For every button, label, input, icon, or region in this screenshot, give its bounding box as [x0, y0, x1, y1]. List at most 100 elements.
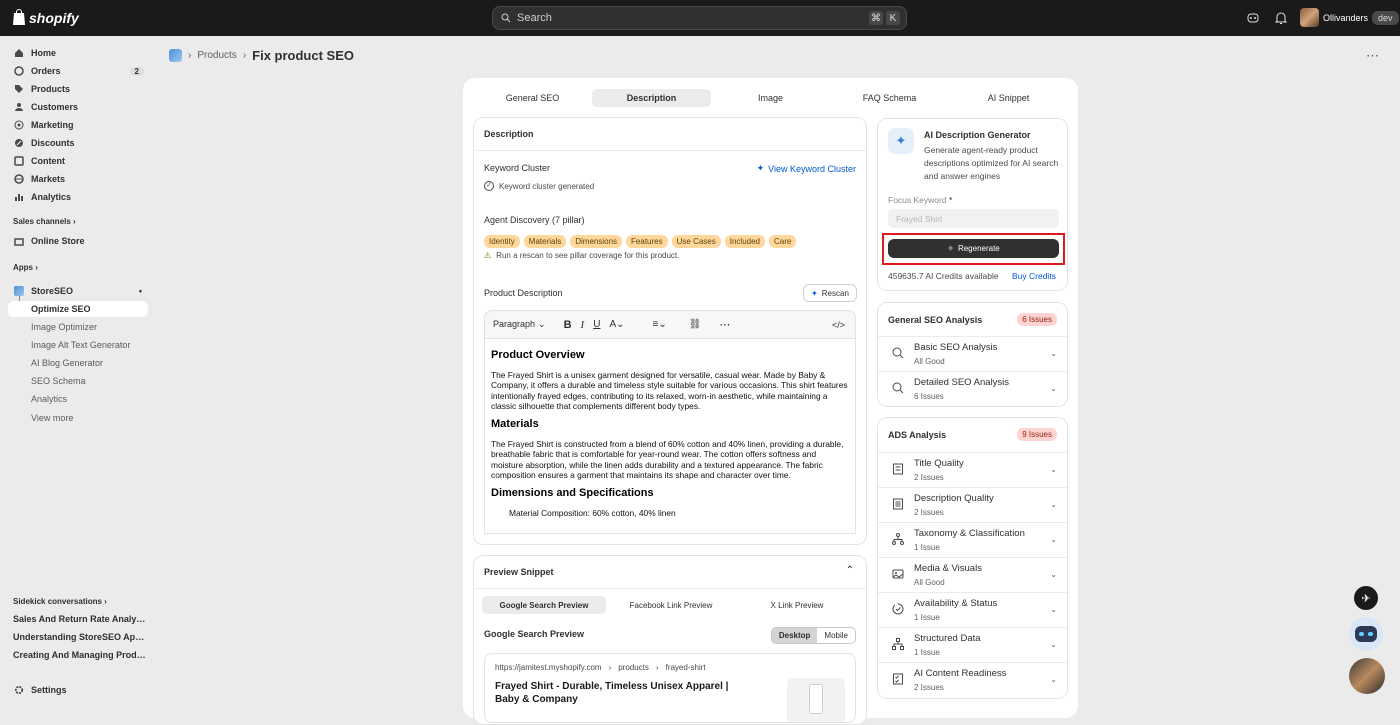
analysis-row[interactable]: Detailed SEO Analysis 6 Issues ⌄ — [878, 371, 1069, 406]
sidebar-item-markets[interactable]: Markets — [8, 170, 148, 188]
orders-icon — [14, 66, 24, 76]
store-icon — [14, 238, 24, 246]
focus-keyword-input[interactable]: Frayed Shirt — [888, 209, 1059, 228]
chevron-down-icon: ⌄ — [1050, 570, 1057, 579]
more-actions-icon[interactable]: ⋯ — [1366, 48, 1380, 64]
buy-credits-link[interactable]: Buy Credits — [1012, 271, 1056, 281]
description-editor[interactable]: Product Overview The Frayed Shirt is a u… — [484, 338, 856, 534]
tab-description[interactable]: Description — [592, 89, 711, 107]
conversation-item[interactable]: Sales And Return Rate Analytics — [13, 614, 148, 624]
ads-row[interactable]: Taxonomy & Classification 1 Issue ⌄ — [878, 522, 1069, 557]
ads-row[interactable]: Media & Visuals All Good ⌄ — [878, 557, 1069, 592]
tab-ai-snippet[interactable]: AI Snippet — [949, 89, 1068, 107]
sidebar-item-products[interactable]: Products — [8, 80, 148, 98]
pillar-list: Identity Materials Dimensions Features Use C… — [484, 232, 800, 248]
sidebar-item-settings[interactable]: Settings — [8, 681, 148, 699]
ads-title: Media & Visuals — [914, 563, 982, 574]
mobile-toggle[interactable]: Mobile — [817, 628, 855, 643]
dev-badge: dev — [1372, 10, 1399, 25]
preview-tabs: Google Search Preview Facebook Link Prev… — [482, 596, 858, 614]
ads-row[interactable]: Description Quality 2 Issues ⌄ — [878, 487, 1069, 522]
home-icon — [15, 49, 23, 57]
text-color-icon[interactable]: A⌄ — [609, 319, 624, 330]
apps-heading[interactable]: Apps › — [13, 263, 38, 272]
focus-keyword-label: Focus Keyword * — [888, 195, 953, 205]
sidebar-sub-seo-schema[interactable]: SEO Schema — [31, 376, 86, 386]
general-seo-analysis-card: General SEO Analysis 6 Issues Basic SEO … — [877, 302, 1069, 407]
rescan-button[interactable]: ✦ Rescan — [803, 284, 857, 302]
sidebar-item-label: Markets — [31, 174, 66, 184]
code-view-icon[interactable]: </> — [832, 320, 845, 330]
tab-x-preview[interactable]: X Link Preview — [736, 596, 858, 614]
sidebar-item-home[interactable]: Home — [8, 44, 148, 62]
editor-heading: Materials — [491, 418, 539, 431]
description-card: Description Keyword Cluster ✦ View Keywor… — [473, 117, 867, 545]
sidebar-sub-image-optimizer[interactable]: Image Optimizer — [31, 322, 97, 332]
ads-row[interactable]: AI Content Readiness 2 Issues ⌄ — [878, 662, 1069, 697]
tab-general-seo[interactable]: General SEO — [473, 89, 592, 107]
document-icon — [893, 463, 903, 475]
tab-facebook-preview[interactable]: Facebook Link Preview — [606, 596, 736, 614]
ads-status: 1 Issue — [914, 613, 940, 622]
sidebar-item-content[interactable]: Content — [8, 152, 148, 170]
sidebar-item-online-store[interactable]: Online Store — [8, 232, 148, 250]
sidebar-item-customers[interactable]: Customers — [8, 98, 148, 116]
search-input[interactable]: Search ⌘ K — [492, 6, 907, 30]
sidebar-sub-optimize-seo[interactable]: Optimize SEO — [8, 301, 148, 317]
sidebar-item-discounts[interactable]: Discounts — [8, 134, 148, 152]
align-icon[interactable]: ≡⌄ — [653, 319, 667, 330]
tab-image[interactable]: Image — [711, 89, 830, 107]
analysis-row[interactable]: Basic SEO Analysis All Good ⌄ — [878, 336, 1069, 371]
sales-channels-heading[interactable]: Sales channels › — [13, 217, 76, 226]
paragraph-select[interactable]: Paragraph ⌄ — [493, 319, 546, 330]
bell-icon[interactable] — [1274, 11, 1288, 25]
sidekick-heading[interactable]: Sidekick conversations › — [13, 597, 107, 606]
desktop-toggle[interactable]: Desktop — [771, 628, 818, 643]
more-icon[interactable]: ⋯ — [719, 318, 730, 331]
sidebar-item-marketing[interactable]: Marketing — [8, 116, 148, 134]
sidebar-sub-alt-text[interactable]: Image Alt Text Generator — [31, 340, 130, 350]
check-circle-icon: ✓ — [484, 181, 494, 191]
sidebar-item-label: Products — [31, 84, 71, 94]
sidebar-sub-view-more[interactable]: View more — [31, 413, 73, 423]
chevron-down-icon: ⌄ — [1050, 605, 1057, 614]
ads-row[interactable]: Structured Data 1 Issue ⌄ — [878, 627, 1069, 662]
ads-row[interactable]: Availability & Status 1 Issue ⌄ — [878, 592, 1069, 627]
breadcrumb: › Products › Fix product SEO — [169, 48, 354, 63]
chatbot-icon[interactable] — [1349, 617, 1383, 651]
underline-icon[interactable]: U — [593, 319, 600, 330]
chevron-down-icon: ⌄ — [1050, 675, 1057, 684]
sidebar-sub-analytics[interactable]: Analytics — [31, 394, 67, 404]
support-avatar[interactable] — [1349, 658, 1385, 694]
tab-google-preview[interactable]: Google Search Preview — [482, 596, 606, 614]
conversation-item[interactable]: Creating And Managing Products — [13, 650, 148, 660]
sidebar-item-analytics[interactable]: Analytics — [8, 188, 148, 206]
orders-count: 2 — [129, 66, 144, 76]
product-description-label: Product Description — [484, 288, 563, 298]
discount-icon — [15, 139, 23, 147]
tab-faq-schema[interactable]: FAQ Schema — [830, 89, 949, 107]
breadcrumb-products[interactable]: Products — [197, 50, 236, 61]
conversation-item[interactable]: Understanding StoreSEO App Features — [13, 632, 148, 642]
ads-status: All Good — [914, 578, 945, 587]
link-icon[interactable]: ⛓ — [689, 319, 702, 330]
italic-icon[interactable]: I — [581, 319, 585, 331]
ads-row[interactable]: Title Quality 2 Issues ⌄ — [878, 452, 1069, 487]
analysis-title: Detailed SEO Analysis — [914, 377, 1010, 388]
target-icon — [14, 120, 24, 130]
bold-icon[interactable]: B — [564, 319, 572, 331]
store-menu[interactable]: Ollivanders dev — [1300, 8, 1399, 27]
shopify-bag-icon — [13, 9, 25, 25]
search-shortcut: ⌘ K — [869, 11, 900, 25]
sidebar-item-storeseo[interactable]: StoreSEO • — [8, 282, 148, 300]
sidebar-item-label: Analytics — [31, 192, 72, 202]
shopify-logo[interactable]: shopify — [12, 9, 79, 26]
ads-title: Title Quality — [914, 458, 964, 469]
view-keyword-cluster-link[interactable]: ✦ View Keyword Cluster — [757, 163, 856, 174]
chevron-up-icon[interactable]: ⌃ — [846, 565, 854, 576]
sidebar-item-orders[interactable]: Orders 2 — [8, 62, 148, 80]
sidebar-sub-ai-blog[interactable]: AI Blog Generator — [31, 358, 103, 368]
regenerate-button[interactable]: ✧ Regenerate — [888, 239, 1059, 258]
sidekick-icon[interactable] — [1246, 11, 1260, 25]
rocket-icon[interactable]: ✈ — [1354, 586, 1378, 610]
